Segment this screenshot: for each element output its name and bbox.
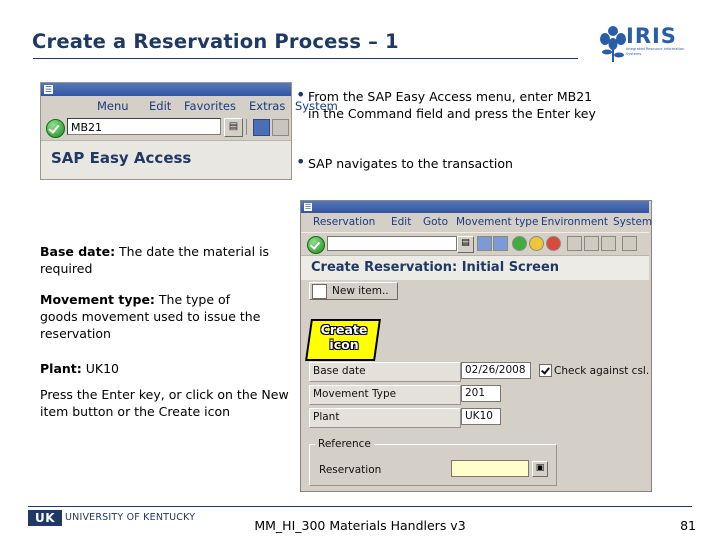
system-menu-icon[interactable]: ☰ [44, 85, 53, 94]
bullet-marker: • [296, 152, 306, 171]
menu-item-reservation[interactable]: Reservation [313, 216, 375, 228]
menu-item-environment[interactable]: Environment [541, 216, 608, 228]
menu-item-movement-type[interactable]: Movement type [456, 216, 538, 228]
reference-group-label: Reference [315, 438, 374, 450]
slide-root: Create a Reservation Process – 1 IRIS In… [0, 0, 720, 540]
field-label-movement-type: Movement Type [313, 388, 397, 400]
back-icon[interactable] [477, 236, 492, 251]
footer-divider [28, 506, 692, 507]
callout-line-1: Create [320, 322, 368, 337]
field-label-plant: Plant [313, 411, 340, 423]
up-yellow-icon[interactable] [529, 236, 544, 251]
movement-type-label: Movement type: [40, 292, 155, 307]
first-page-icon[interactable] [622, 236, 637, 251]
back-icon[interactable] [253, 119, 270, 136]
base-date-label: Base date: [40, 244, 116, 259]
new-item-icon[interactable] [312, 284, 327, 299]
iris-leaf-icon [600, 26, 626, 62]
bullet-text: SAP navigates to the transaction [308, 156, 513, 171]
page-title: Create a Reservation Process – 1 [32, 30, 399, 53]
reservation-search-help-icon[interactable]: ▣ [532, 461, 548, 477]
callout-line-2: icon [329, 337, 359, 352]
reservation-app-toolbar: New item.. [301, 280, 649, 303]
exit-icon[interactable] [493, 236, 508, 251]
press-enter-description: Press the Enter key, or click on the New… [40, 387, 289, 419]
enter-check-icon[interactable] [46, 119, 65, 138]
field-input-movement-type[interactable]: 201 [461, 385, 501, 402]
reservation-window-titlebar: ☰ [301, 201, 649, 213]
system-menu-icon[interactable]: ☰ [304, 203, 312, 211]
reservation-screen-header: Create Reservation: Initial Screen [301, 255, 649, 281]
plant-description: Plant: UK10 [40, 360, 270, 377]
command-field[interactable] [327, 236, 457, 251]
save-green-icon[interactable] [512, 236, 527, 251]
sap-window-titlebar: ☰ [41, 83, 291, 96]
reservation-screen-title: Create Reservation: Initial Screen [311, 260, 560, 275]
iris-logo: IRIS Integrated Resource Information Sys… [600, 24, 692, 66]
menu-item-favorites[interactable]: Favorites [184, 99, 236, 113]
iris-tagline: Integrated Resource Information Systems [626, 47, 685, 56]
find-next-icon[interactable] [601, 236, 616, 251]
title-divider [33, 58, 578, 59]
reservation-menubar: Reservation Edit Goto Movement type Envi… [301, 214, 652, 231]
check-against-csl-label: Check against csl. [554, 365, 650, 377]
menu-item-menu[interactable]: Menu [97, 99, 129, 113]
sap-easy-access-window: ☰ Menu Edit Favorites Extras System MB21… [40, 82, 338, 180]
enter-check-icon[interactable] [307, 236, 325, 254]
print-icon[interactable] [567, 236, 582, 251]
field-input-reservation[interactable] [451, 460, 529, 477]
field-label-base-date-overlay: Base date [313, 365, 366, 377]
footer-page-number: 81 [680, 518, 696, 533]
check-against-csl-checkbox[interactable] [539, 364, 552, 377]
field-input-plant[interactable]: UK10 [461, 408, 501, 425]
bullet-item-1: • From the SAP Easy Access menu, enter M… [296, 85, 596, 122]
menu-item-edit[interactable]: Edit [149, 99, 171, 113]
bullet-text: From the SAP Easy Access menu, enter MB2… [308, 89, 596, 121]
toolbar-separator [246, 119, 247, 135]
sap-toolbar: MB21 ▤ [41, 117, 291, 139]
base-date-description: Base date: The date the material is requ… [40, 243, 270, 277]
save-icon[interactable] [272, 119, 289, 136]
cancel-red-icon[interactable] [546, 236, 561, 251]
plant-label: Plant: [40, 361, 82, 376]
sap-screen-header: SAP Easy Access [41, 140, 291, 179]
menu-item-extras[interactable]: Extras [249, 99, 285, 113]
menu-item-goto[interactable]: Goto [423, 216, 448, 228]
create-icon-callout-text: Create icon [312, 322, 376, 352]
field-label-reservation: Reservation [319, 464, 382, 476]
sap-screen-title: SAP Easy Access [51, 149, 192, 167]
command-field[interactable]: MB21 [67, 118, 221, 135]
find-icon[interactable] [584, 236, 599, 251]
menu-item-system[interactable]: System [613, 216, 652, 228]
bullet-item-2: • SAP navigates to the transaction [296, 152, 596, 172]
command-field-dropdown-icon[interactable]: ▤ [457, 236, 474, 253]
command-field-dropdown-icon[interactable]: ▤ [224, 118, 243, 137]
iris-wordmark: IRIS [626, 24, 677, 48]
plant-text: UK10 [81, 361, 119, 376]
reservation-toolbar: ▤ [301, 232, 649, 255]
menu-item-edit[interactable]: Edit [391, 216, 411, 228]
footer-course-title: MM_HI_300 Materials Handlers v3 [254, 518, 466, 533]
sap-menubar: Menu Edit Favorites Extras System [41, 97, 338, 115]
bullet-marker: • [296, 85, 306, 104]
field-input-base-date[interactable]: 02/26/2008 [461, 362, 531, 379]
movement-type-description: Movement type: The type of goods movemen… [40, 291, 270, 342]
